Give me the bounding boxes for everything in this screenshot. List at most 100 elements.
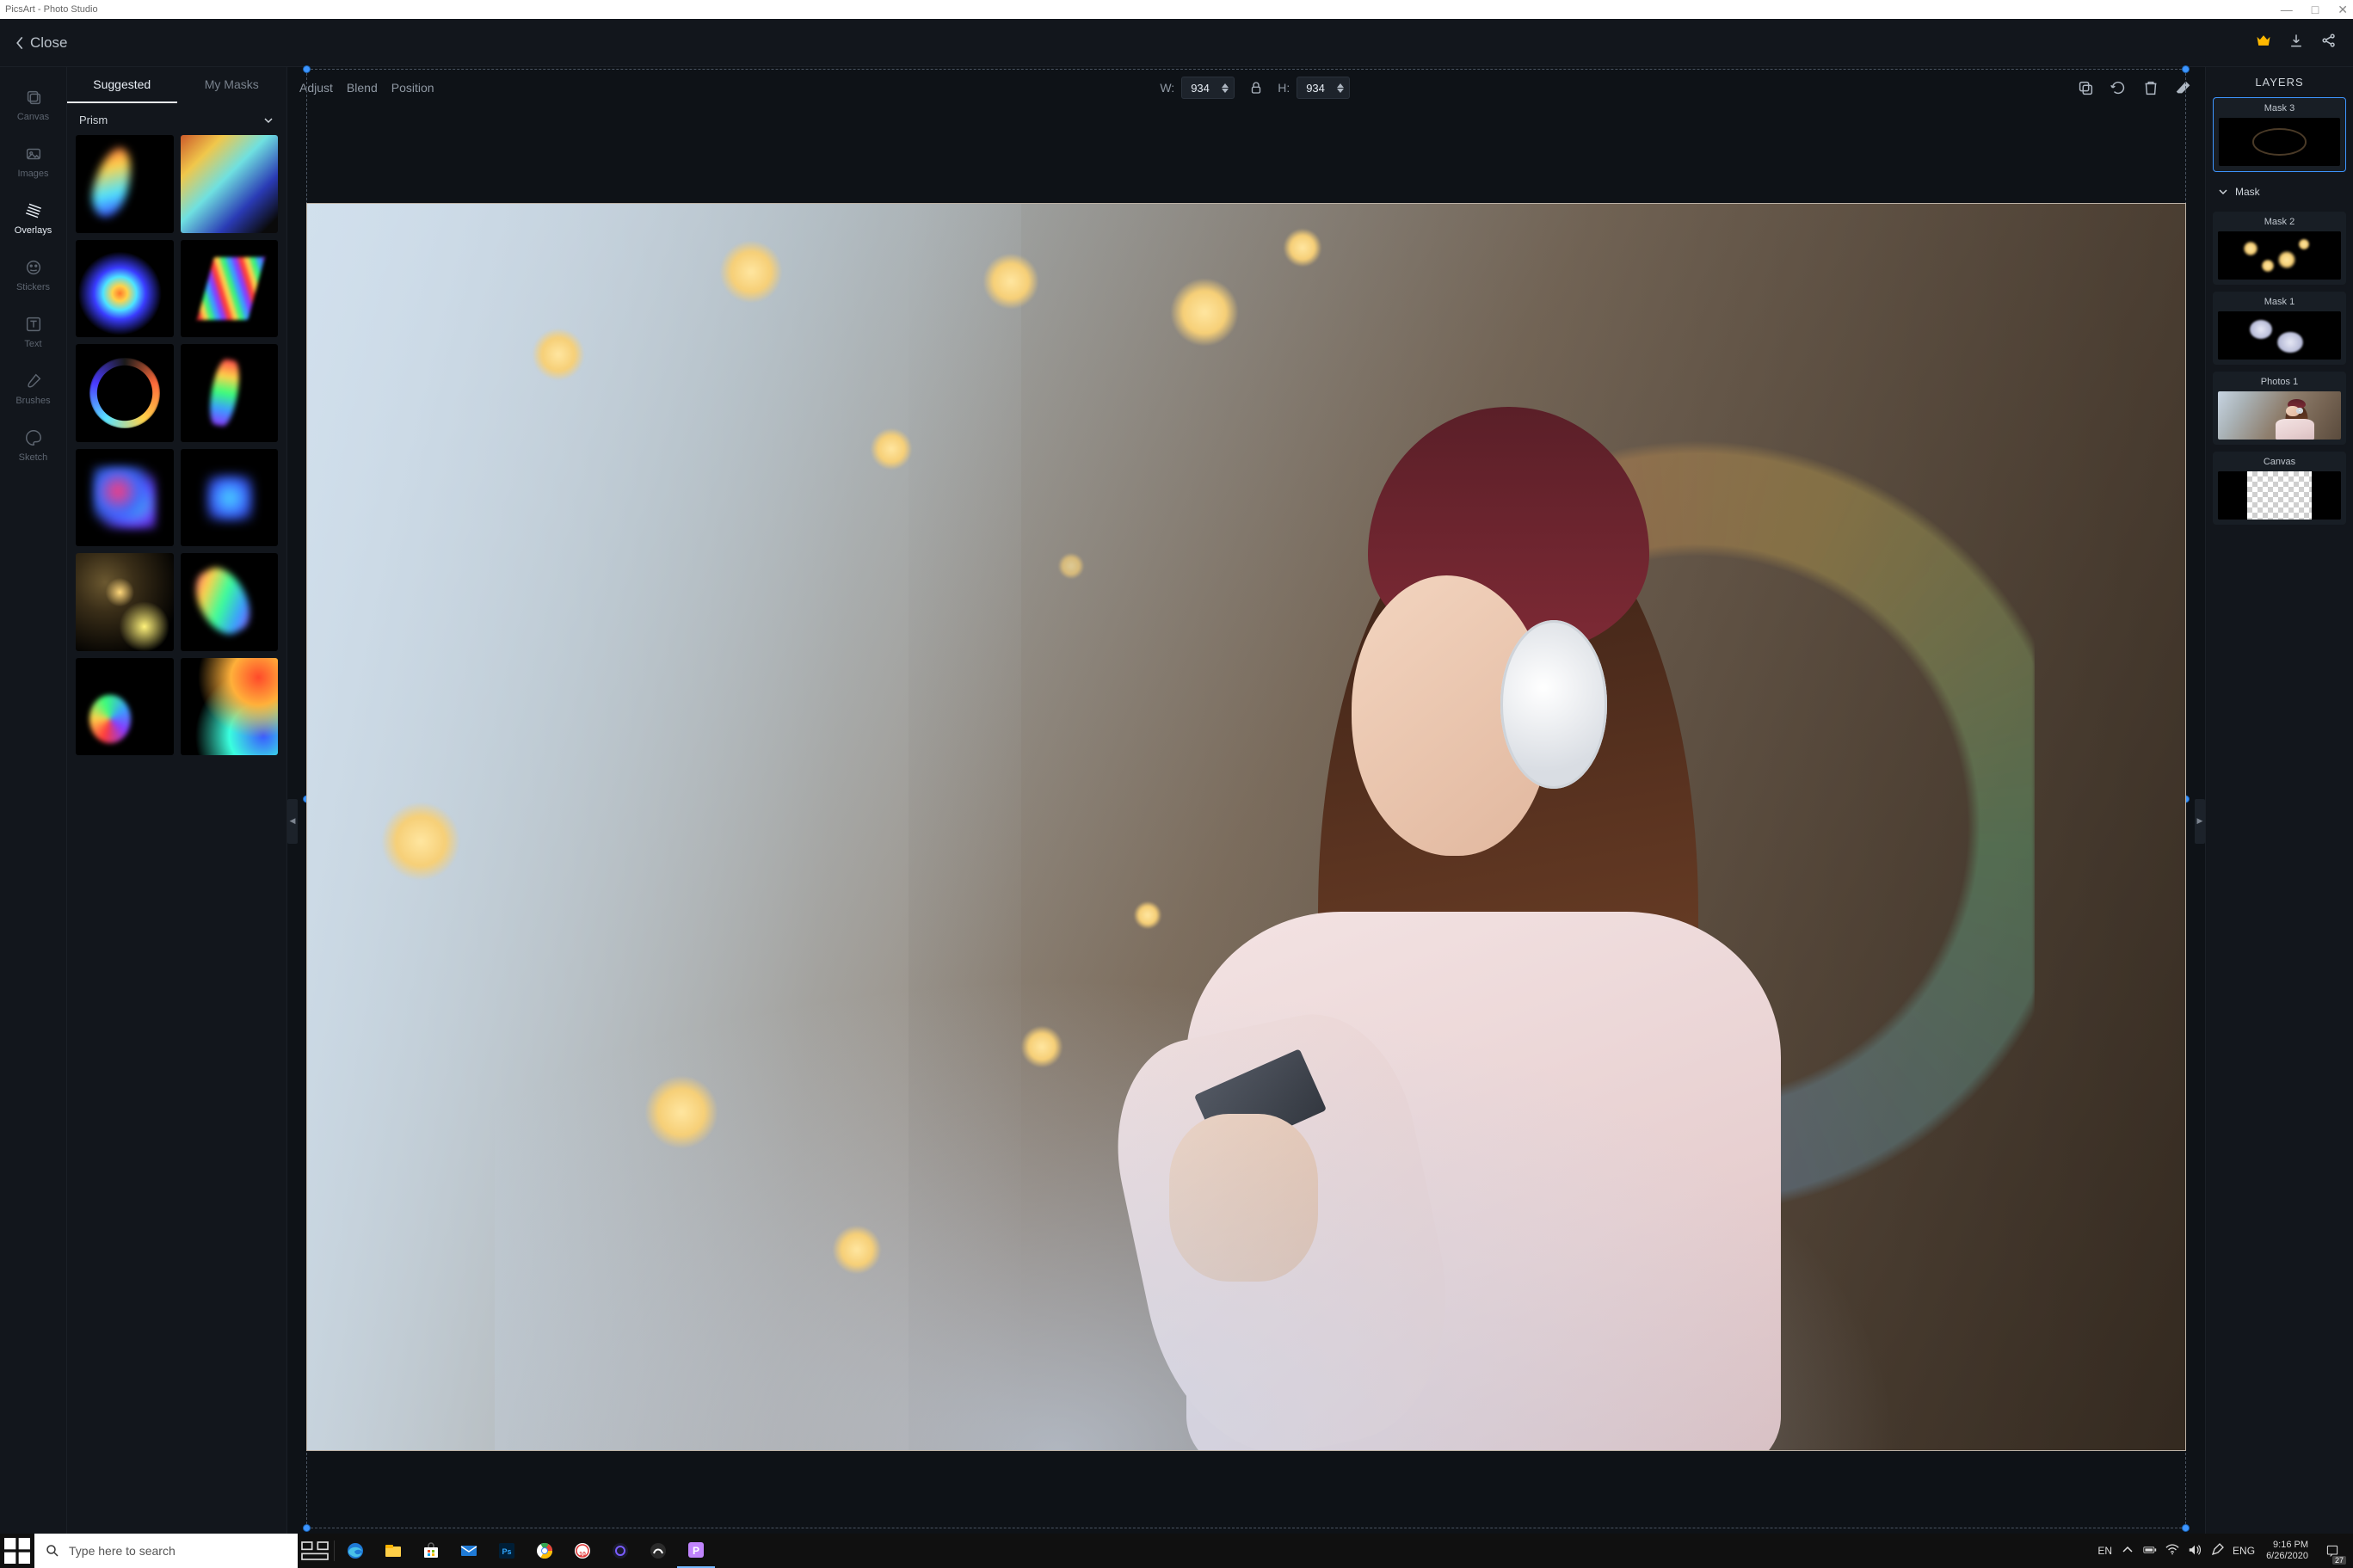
layer-thumb <box>2218 471 2341 520</box>
tab-my-masks[interactable]: My Masks <box>177 67 287 103</box>
tab-suggested[interactable]: Suggested <box>67 67 177 103</box>
taskbar-app-generic1[interactable]: 10 <box>564 1534 601 1568</box>
windows-icon <box>0 1534 34 1568</box>
category-label: Prism <box>79 114 108 126</box>
tool-canvas[interactable]: Canvas <box>0 81 66 132</box>
overlay-thumb[interactable] <box>76 240 174 338</box>
resize-handle-tr[interactable] <box>2182 65 2190 73</box>
overlay-thumb[interactable] <box>181 553 279 651</box>
tool-stickers[interactable]: Stickers <box>0 251 66 303</box>
tool-brushes[interactable]: Brushes <box>0 365 66 416</box>
tool-sketch[interactable]: Sketch <box>0 421 66 473</box>
os-taskbar: Type here to search Ps 10 P EN ENG 9:16 … <box>0 1534 2353 1568</box>
layer-thumb <box>2218 311 2341 360</box>
brushes-icon <box>24 372 43 390</box>
taskbar-app-generic2[interactable] <box>601 1534 639 1568</box>
resize-handle-bl[interactable] <box>303 1524 311 1532</box>
taskbar-app-mail[interactable] <box>450 1534 488 1568</box>
layer-label: Photos 1 <box>2218 377 2341 387</box>
overlay-thumb[interactable] <box>181 135 279 233</box>
layer-item[interactable]: Mask 3 <box>2213 97 2346 172</box>
overlay-thumb[interactable] <box>76 449 174 547</box>
share-button[interactable] <box>2320 32 2338 53</box>
mask-section-toggle[interactable]: Mask <box>2213 179 2346 205</box>
layer-thumb <box>2218 391 2341 440</box>
search-icon <box>45 1543 60 1559</box>
overlay-thumb[interactable] <box>76 135 174 233</box>
download-button[interactable] <box>2288 32 2305 53</box>
layer-item[interactable]: Mask 2 <box>2213 212 2346 285</box>
images-icon <box>24 145 43 163</box>
taskbar-app-picsart[interactable]: P <box>677 1534 715 1568</box>
tray-lang1[interactable]: EN <box>2093 1545 2116 1557</box>
task-view-button[interactable] <box>298 1534 332 1568</box>
close-label: Close <box>30 34 67 52</box>
layer-item[interactable]: Photos 1 <box>2213 372 2346 445</box>
tool-images-label: Images <box>17 169 48 179</box>
category-dropdown[interactable]: Prism <box>67 103 286 135</box>
taskbar-app-explorer[interactable] <box>374 1534 412 1568</box>
taskbar-search[interactable]: Type here to search <box>34 1534 298 1568</box>
tray-volume-icon[interactable] <box>2184 1543 2206 1559</box>
stickers-icon <box>24 258 43 277</box>
taskbar-app-photoshop[interactable]: Ps <box>488 1534 526 1568</box>
close-window-button[interactable]: ✕ <box>2338 3 2348 15</box>
collapse-right-button[interactable]: ▶ <box>2195 799 2205 844</box>
tool-overlays[interactable]: Overlays <box>0 194 66 246</box>
system-tray: EN ENG 9:16 PM 6/26/2020 27 <box>2093 1534 2353 1568</box>
tray-time: 9:16 PM <box>2273 1540 2308 1551</box>
tray-notifications[interactable]: 27 <box>2315 1534 2350 1568</box>
overlay-thumb[interactable] <box>181 344 279 442</box>
overlay-thumb[interactable] <box>181 240 279 338</box>
layer-label: Canvas <box>2218 457 2341 467</box>
app-window: Close Canvas Images <box>0 19 2353 1534</box>
tray-date: 6/26/2020 <box>2266 1551 2308 1562</box>
canvas-icon <box>24 88 43 107</box>
layers-title: LAYERS <box>2213 76 2346 89</box>
overlay-thumb[interactable] <box>76 553 174 651</box>
tray-pen-icon[interactable] <box>2206 1543 2228 1559</box>
tray-chevron-up-icon[interactable] <box>2116 1543 2139 1559</box>
minimize-button[interactable]: — <box>2281 3 2293 15</box>
text-icon <box>24 315 43 334</box>
tool-stickers-label: Stickers <box>16 282 50 292</box>
tray-battery-icon[interactable] <box>2139 1543 2161 1559</box>
overlay-thumb[interactable] <box>76 344 174 442</box>
canvas-photo[interactable] <box>306 203 2186 1451</box>
editor-stage[interactable] <box>298 108 2195 1534</box>
main-area: Canvas Images Overlays Stickers Text Bru… <box>0 67 2353 1534</box>
overlay-thumb[interactable] <box>181 449 279 547</box>
overlay-thumb[interactable] <box>76 658 174 756</box>
maximize-button[interactable]: □ <box>2312 3 2319 15</box>
svg-text:Ps: Ps <box>502 1547 511 1556</box>
premium-crown-icon[interactable] <box>2255 32 2272 53</box>
taskbar-app-generic3[interactable] <box>639 1534 677 1568</box>
overlay-thumb[interactable] <box>181 658 279 756</box>
close-button[interactable]: Close <box>15 34 67 52</box>
layer-thumb <box>2218 231 2341 280</box>
start-button[interactable] <box>0 1534 34 1568</box>
layer-thumb <box>2219 118 2340 166</box>
layer-item[interactable]: Canvas <box>2213 452 2346 525</box>
tray-wifi-icon[interactable] <box>2161 1543 2184 1559</box>
tool-canvas-label: Canvas <box>17 112 49 122</box>
chevron-down-icon <box>262 114 274 126</box>
notification-count: 27 <box>2332 1556 2346 1565</box>
tool-images[interactable]: Images <box>0 138 66 189</box>
resize-handle-br[interactable] <box>2182 1524 2190 1532</box>
layer-item[interactable]: Mask 1 <box>2213 292 2346 365</box>
side-panel: Suggested My Masks Prism <box>67 67 287 1534</box>
os-titlebar: PicsArt - Photo Studio — □ ✕ <box>0 0 2353 19</box>
taskbar-app-edge[interactable] <box>336 1534 374 1568</box>
tray-lang2[interactable]: ENG <box>2228 1545 2259 1557</box>
collapse-left-button[interactable]: ◀ <box>287 799 298 844</box>
overlay-grid <box>76 135 278 755</box>
tool-text[interactable]: Text <box>0 308 66 360</box>
taskbar-app-store[interactable] <box>412 1534 450 1568</box>
sketch-icon <box>24 428 43 447</box>
taskbar-apps: Ps 10 P <box>336 1534 715 1568</box>
taskbar-app-chrome[interactable] <box>526 1534 564 1568</box>
resize-handle-tl[interactable] <box>303 65 311 73</box>
tool-overlays-label: Overlays <box>15 225 52 236</box>
tray-clock[interactable]: 9:16 PM 6/26/2020 <box>2259 1540 2315 1562</box>
